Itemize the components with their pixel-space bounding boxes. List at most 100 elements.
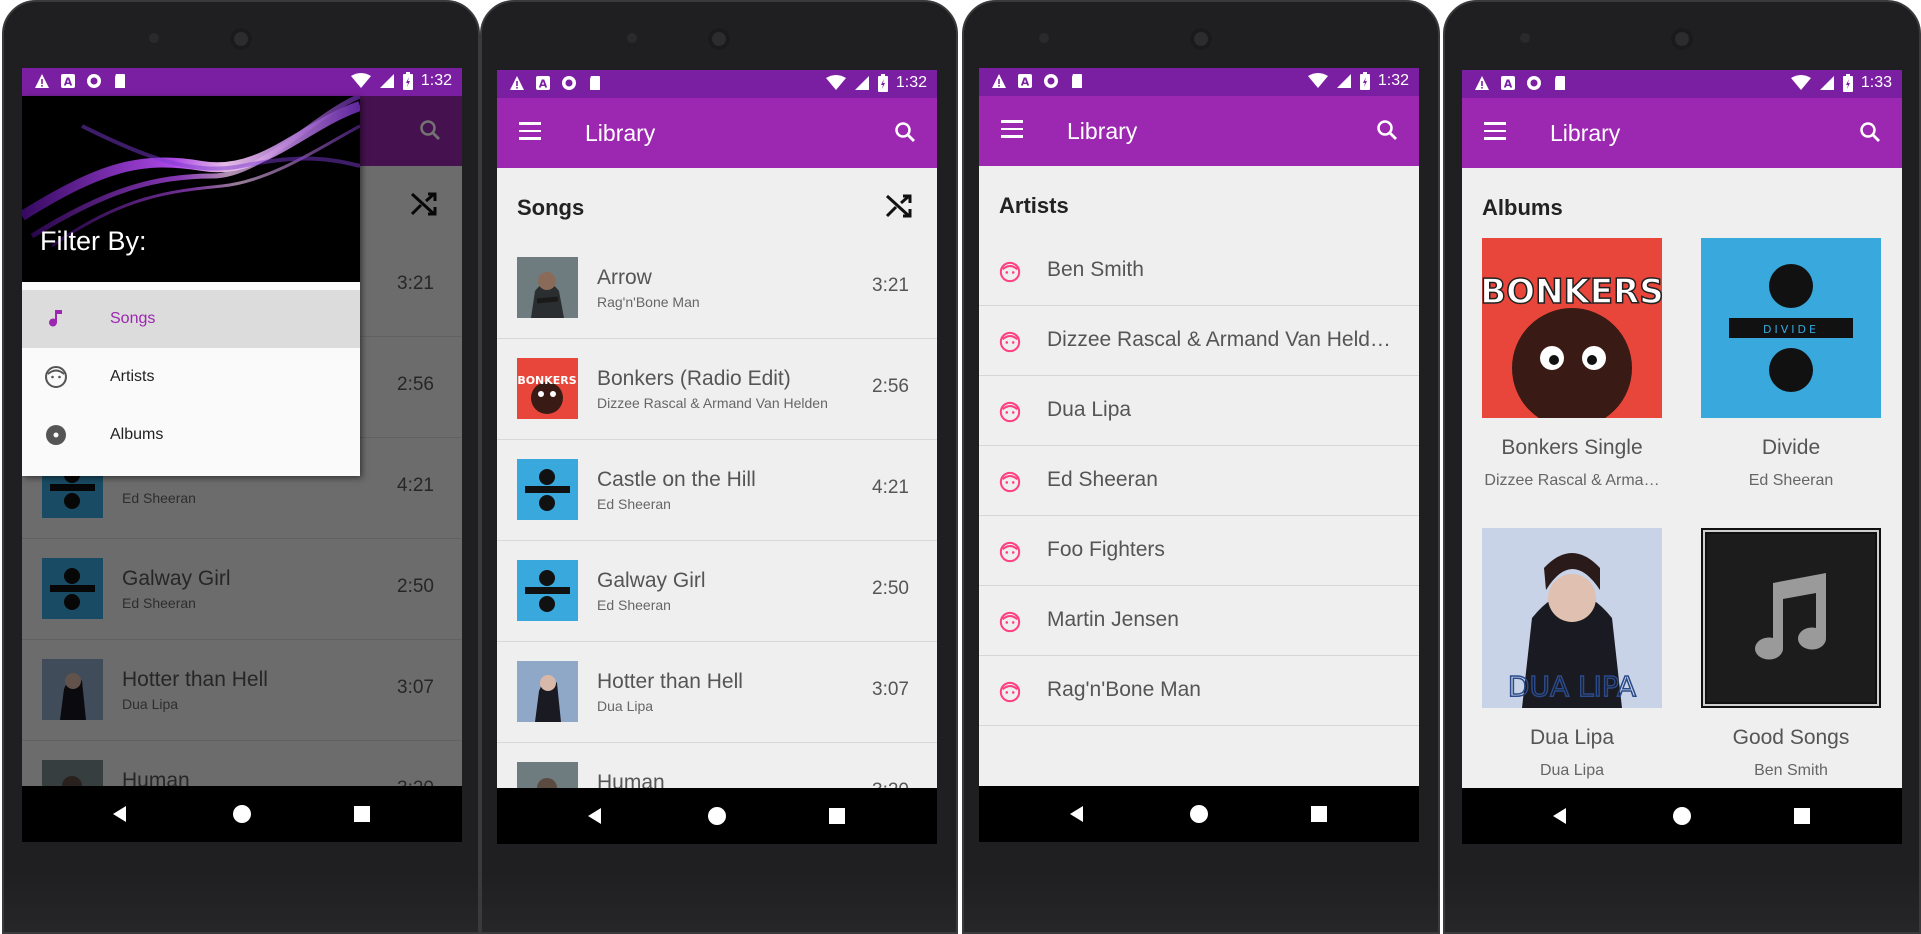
back-icon[interactable]	[1550, 806, 1570, 826]
song-title: Bonkers (Radio Edit)	[597, 367, 791, 390]
battery-icon	[402, 72, 413, 90]
recents-icon[interactable]	[827, 806, 847, 826]
artist-name: Foo Fighters	[1047, 538, 1165, 561]
album-art	[517, 560, 578, 621]
warning-icon	[510, 76, 524, 90]
artist-name: Dizzee Rascal & Armand Van Held…	[1047, 328, 1391, 351]
album-artist: Dizzee Rascal & Arma…	[1484, 472, 1660, 489]
signal-icon	[379, 74, 394, 88]
drawer-item-label: Songs	[110, 310, 156, 327]
menu-icon[interactable]	[519, 122, 541, 140]
signal-icon	[1336, 74, 1351, 88]
back-icon[interactable]	[110, 804, 130, 824]
recents-icon[interactable]	[352, 804, 372, 824]
drawer-item-artists[interactable]: Artists	[22, 348, 360, 406]
sd-card-icon	[1072, 74, 1082, 88]
songs-list: Songs Arrow Rag'n'Bone Man 3:21 BONKERS …	[497, 168, 937, 788]
record-icon	[1044, 74, 1058, 88]
phone-albums: A 1:33 Library Albums BONKERS Bonkers Si…	[1443, 0, 1921, 934]
wifi-icon	[825, 75, 846, 90]
menu-icon[interactable]	[1001, 120, 1023, 138]
album-cover: DUA LIPA	[1482, 528, 1662, 708]
warning-icon	[35, 74, 49, 88]
artists-list: Artists Ben Smith Dizzee Rascal & Armand …	[979, 166, 1419, 786]
app-bar: Library	[1462, 98, 1902, 168]
artist-name: Martin Jensen	[1047, 608, 1179, 631]
record-icon	[87, 74, 101, 88]
face-icon	[999, 681, 1021, 703]
back-icon[interactable]	[585, 806, 605, 826]
section-title: Songs	[517, 195, 585, 220]
status-bar: A 1:32	[979, 68, 1419, 96]
battery-icon	[877, 74, 888, 92]
song-row[interactable]: Human 3:20	[497, 743, 937, 788]
system-nav-bar	[497, 788, 937, 844]
artist-row[interactable]: Ed Sheeran	[979, 446, 1419, 516]
recents-icon[interactable]	[1792, 806, 1812, 826]
song-row[interactable]: BONKERS Bonkers (Radio Edit) Dizzee Rasc…	[497, 339, 937, 440]
search-icon[interactable]	[893, 120, 917, 144]
album-art	[517, 661, 578, 722]
status-bar: A 1:32	[22, 68, 462, 96]
song-row[interactable]: Arrow Rag'n'Bone Man 3:21	[497, 238, 937, 339]
search-icon[interactable]	[1858, 120, 1882, 144]
artist-row[interactable]: Dizzee Rascal & Armand Van Held…	[979, 306, 1419, 376]
home-icon[interactable]	[1189, 804, 1209, 824]
recents-icon[interactable]	[1309, 804, 1329, 824]
sensor-icon	[1520, 33, 1530, 43]
drawer-title: Filter By:	[40, 226, 147, 256]
home-icon[interactable]	[707, 806, 727, 826]
drawer-item-albums[interactable]: Albums	[22, 406, 360, 464]
app-bar: Library	[497, 98, 937, 168]
artist-row[interactable]: Dua Lipa	[979, 376, 1419, 446]
shuffle-icon[interactable]	[883, 190, 915, 222]
album-artist: Dua Lipa	[1539, 762, 1605, 779]
face-icon	[999, 401, 1021, 423]
camera-icon	[1190, 28, 1212, 50]
song-row[interactable]: Castle on the Hill Ed Sheeran 4:21	[497, 440, 937, 541]
wifi-icon	[1790, 75, 1811, 90]
home-icon[interactable]	[232, 804, 252, 824]
signal-icon	[854, 76, 869, 90]
album-cover: DIVIDE	[1701, 238, 1881, 418]
song-title: Arrow	[597, 266, 652, 289]
app-bar: Library	[979, 96, 1419, 166]
search-icon[interactable]	[1375, 118, 1399, 142]
song-title: Galway Girl	[597, 569, 706, 592]
sd-card-icon	[1555, 76, 1565, 90]
sd-card-icon	[115, 74, 125, 88]
song-duration: 3:20	[872, 780, 909, 788]
song-row[interactable]: Hotter than Hell Dua Lipa 3:07	[497, 642, 937, 743]
camera-icon	[1671, 28, 1693, 50]
sensor-icon	[627, 33, 637, 43]
drawer-item-songs[interactable]: Songs	[22, 290, 360, 348]
song-artist: Dizzee Rascal & Armand Van Helden	[597, 395, 828, 411]
wifi-icon	[1307, 73, 1328, 88]
album-art	[517, 459, 578, 520]
album-art	[517, 257, 578, 318]
back-icon[interactable]	[1067, 804, 1087, 824]
home-icon[interactable]	[1672, 806, 1692, 826]
phone-songs: A 1:32 Library Songs Arrow Rag'n'Bone Ma…	[480, 0, 958, 934]
artist-row[interactable]: Foo Fighters	[979, 516, 1419, 586]
app-title: Library	[585, 120, 656, 146]
album-title: Bonkers Single	[1501, 436, 1643, 459]
divide-cover-text: DIVIDE	[1763, 323, 1819, 336]
song-artist: Ed Sheeran	[597, 597, 671, 613]
svg-text:A: A	[1504, 78, 1513, 91]
app-title: Library	[1067, 118, 1138, 144]
screen: A 1:32 3:21 2:56 Ed Sheeran 4:21	[22, 68, 462, 842]
song-artist: Dua Lipa	[597, 698, 654, 714]
face-icon	[45, 366, 67, 388]
song-title: Human	[597, 771, 665, 788]
warning-icon	[1475, 76, 1489, 90]
album-art	[517, 762, 578, 788]
artist-row[interactable]: Martin Jensen	[979, 586, 1419, 656]
song-row[interactable]: Galway Girl Ed Sheeran 2:50	[497, 541, 937, 642]
sd-card-icon	[590, 76, 600, 90]
artist-row[interactable]: Ben Smith	[979, 236, 1419, 306]
menu-icon[interactable]	[1484, 122, 1506, 140]
artist-row[interactable]: Rag'n'Bone Man	[979, 656, 1419, 726]
bonkers-art-text: BONKERS	[517, 374, 576, 387]
song-duration: 3:07	[872, 679, 909, 700]
